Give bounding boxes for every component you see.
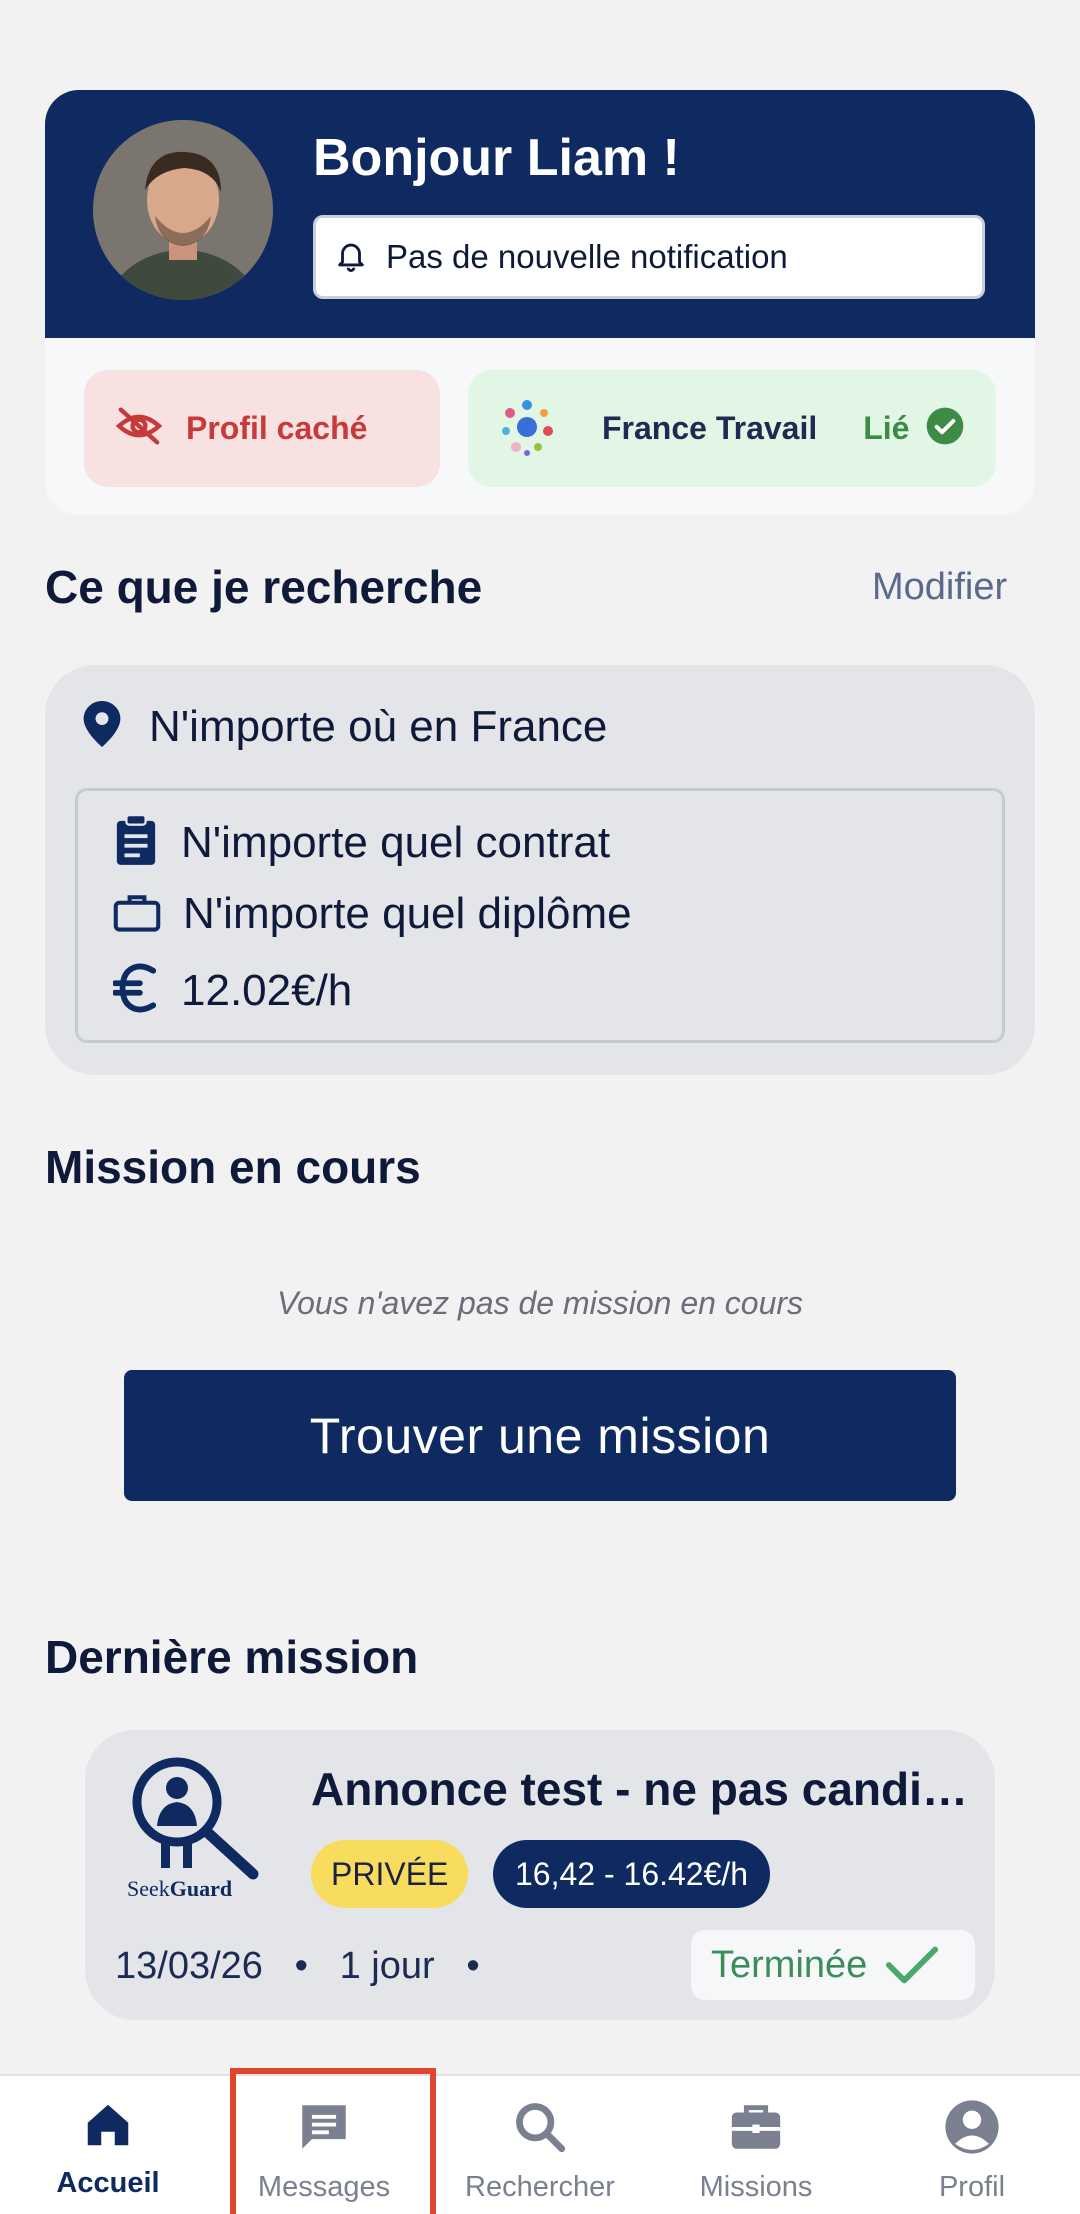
contract-row: N'importe quel contrat (113, 813, 611, 870)
profile-icon (943, 2098, 1001, 2161)
company-logo: SeekGuard (125, 1752, 265, 1902)
mission-status-chip: Terminée (691, 1930, 975, 2000)
current-mission-title: Mission en cours (45, 1141, 421, 1193)
partner-name: France Travail (602, 410, 818, 446)
map-pin-icon (83, 701, 121, 752)
messages-highlight-box (230, 2068, 436, 2214)
contract-text: N'importe quel contrat (181, 817, 611, 867)
eye-off-icon (114, 406, 164, 451)
find-mission-label: Trouver une mission (309, 1407, 771, 1464)
criteria-box: N'importe quel contrat N'importe quel di… (75, 788, 1005, 1043)
bottom-navigation: Accueil Messages Rechercher Missions Pro… (0, 2074, 1080, 2214)
diploma-row: N'importe quel diplôme (113, 889, 632, 939)
mission-duration: 1 jour (339, 1945, 435, 1987)
france-travail-logo (492, 391, 562, 466)
mission-meta: 13/03/26 • 1 jour • (115, 1945, 480, 1988)
bell-icon (334, 238, 368, 277)
partner-status: Lié (863, 410, 910, 446)
profile-header-card: Bonjour Liam ! Pas de nouvelle notificat… (45, 90, 1035, 515)
mission-status-text: Terminée (711, 1943, 868, 1986)
profile-visibility-toggle[interactable]: Profil caché (84, 370, 440, 487)
diploma-text: N'importe quel diplôme (183, 889, 632, 938)
nav-label: Rechercher (465, 2171, 615, 2203)
last-mission-title: Dernière mission (45, 1631, 419, 1683)
avatar[interactable] (93, 120, 273, 300)
nav-label: Profil (938, 2171, 1006, 2203)
france-travail-link[interactable]: France Travail Lié (468, 370, 996, 487)
notification-text: Pas de nouvelle notification (386, 238, 788, 275)
home-icon (81, 2098, 135, 2157)
nav-label: Missions (699, 2171, 813, 2203)
rate-text: 12.02€/h (181, 965, 353, 1015)
header-banner: Bonjour Liam ! Pas de nouvelle notificat… (45, 90, 1035, 338)
meta-separator: • (445, 1945, 480, 1987)
mission-date: 13/03/26 (115, 1945, 263, 1987)
nav-profil[interactable]: Profil (864, 2076, 1080, 2214)
mission-title: Annonce test - ne pas candid… (311, 1763, 971, 1815)
notification-banner[interactable]: Pas de nouvelle notification (313, 215, 985, 299)
search-criteria-card[interactable]: N'importe où en France N'importe quel co… (45, 665, 1035, 1075)
greeting-title: Bonjour Liam ! (313, 129, 680, 187)
briefcase-outline-icon (113, 891, 161, 938)
svg-text:SeekGuard: SeekGuard (127, 1876, 232, 1901)
clipboard-icon (113, 813, 159, 870)
profile-status-label: Profil caché (186, 410, 368, 446)
private-badge: PRIVÉE (311, 1840, 469, 1908)
nav-accueil[interactable]: Accueil (0, 2076, 216, 2214)
last-mission-card[interactable]: SeekGuard Annonce test - ne pas candid… … (85, 1730, 995, 2020)
no-mission-text: Vous n'avez pas de mission en cours (276, 1285, 804, 1321)
briefcase-icon (727, 2098, 785, 2161)
nav-label: Accueil (56, 2167, 160, 2199)
search-section-title: Ce que je recherche (45, 561, 483, 613)
meta-separator: • (273, 1945, 330, 1987)
search-icon (511, 2098, 569, 2161)
location-row: N'importe où en France (83, 701, 607, 752)
nav-rechercher[interactable]: Rechercher (432, 2076, 648, 2214)
nav-missions[interactable]: Missions (648, 2076, 864, 2214)
rate-row: 12.02€/h (112, 963, 353, 1018)
checkmark-icon (886, 1946, 939, 1984)
euro-icon (112, 963, 159, 1018)
location-text: N'importe où en France (149, 701, 608, 751)
find-mission-button[interactable]: Trouver une mission (124, 1370, 956, 1501)
edit-search-link[interactable]: Modifier (872, 566, 1007, 609)
check-circle-icon (925, 406, 965, 451)
rate-badge: 16,42 - 16.42€/h (493, 1840, 771, 1908)
